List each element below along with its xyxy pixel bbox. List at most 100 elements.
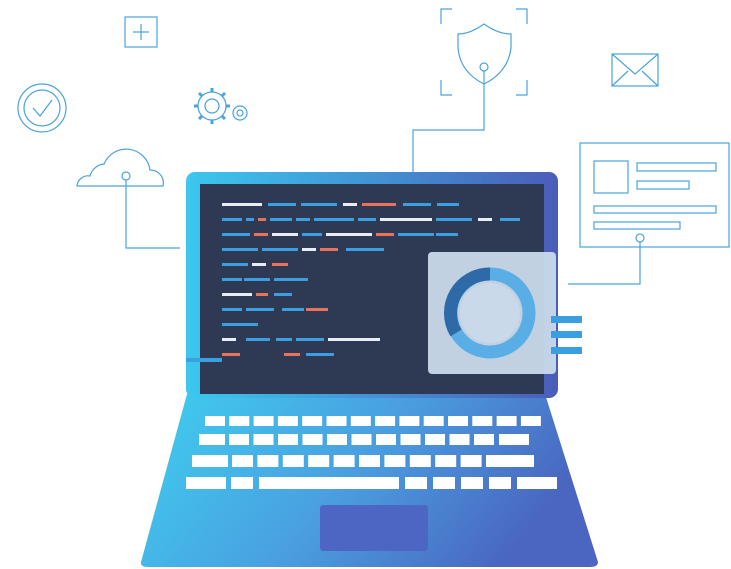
keyboard-key	[375, 416, 396, 426]
code-line-segment	[274, 278, 308, 281]
code-line-segment	[268, 203, 296, 206]
laptop-base	[140, 394, 598, 567]
code-line-segment	[272, 233, 298, 236]
code-line-segment	[436, 233, 458, 236]
code-line-segment	[296, 338, 324, 341]
keyboard-key	[409, 455, 431, 467]
code-line-segment	[256, 293, 268, 296]
code-line-segment	[272, 263, 288, 266]
keyboard-key	[384, 455, 406, 467]
code-line-segment	[282, 308, 304, 311]
keyboard-key	[499, 434, 529, 445]
code-line-segment	[222, 233, 250, 236]
code-line-segment	[222, 278, 242, 281]
keyboard-key	[486, 455, 534, 467]
code-line-segment	[376, 233, 394, 236]
code-line-segment	[478, 218, 492, 221]
keyboard-key	[359, 455, 380, 467]
keyboard-key	[435, 455, 457, 467]
code-line-segment	[246, 308, 274, 311]
keyboard-key	[400, 434, 421, 445]
code-line-segment	[222, 203, 262, 206]
keyboard-key	[259, 477, 399, 489]
keyboard-key	[231, 477, 253, 489]
keyboard-key	[253, 434, 274, 445]
code-line-segment	[500, 218, 520, 221]
code-line-segment	[436, 218, 472, 221]
code-line-segment	[222, 323, 258, 326]
keyboard-key	[399, 416, 420, 426]
code-line-segment	[246, 338, 270, 341]
keyboard-key	[277, 416, 298, 426]
code-line-segment	[343, 203, 357, 206]
code-line-segment	[244, 278, 270, 281]
code-line-segment	[222, 263, 248, 266]
keyboard-key	[425, 434, 445, 445]
keyboard-key	[433, 477, 455, 489]
keyboard-key	[308, 455, 330, 467]
code-line-segment	[380, 218, 432, 221]
code-line-segment	[262, 248, 298, 251]
keyboard-key	[282, 455, 304, 467]
keyboard-key	[376, 434, 396, 445]
keyboard-key	[257, 455, 279, 467]
code-line-segment	[301, 203, 337, 206]
keyboard-key	[232, 455, 253, 467]
keyboard-key	[472, 416, 493, 426]
code-line-segment	[437, 203, 459, 206]
keyboard-key	[327, 434, 347, 445]
code-line-segment	[302, 233, 322, 236]
keyboard-key	[351, 434, 372, 445]
code-line-segment	[254, 233, 268, 236]
keyboard-key	[517, 477, 557, 489]
keyboard-key	[449, 434, 470, 445]
code-line-segment	[258, 218, 266, 221]
trackpad	[320, 505, 428, 551]
code-line-segment	[284, 353, 300, 356]
code-line-segment	[306, 308, 328, 311]
keyboard-key	[333, 455, 355, 467]
keyboard-key	[278, 434, 298, 445]
keyboard-key	[199, 434, 225, 445]
keyboard-key	[423, 416, 444, 426]
code-line-segment	[302, 248, 316, 251]
keyboard-key	[489, 477, 511, 489]
keyboard-key	[520, 416, 541, 426]
cursor-bar	[186, 358, 222, 362]
code-line-segment	[274, 293, 292, 296]
code-line-segment	[222, 248, 258, 251]
keyboard-key	[460, 455, 482, 467]
code-line-segment	[222, 293, 252, 296]
code-line-segment	[346, 248, 384, 251]
document-window-icon	[568, 142, 730, 285]
code-line-segment	[326, 233, 372, 236]
code-line-segment	[306, 353, 334, 356]
code-line-segment	[222, 218, 242, 221]
code-line-segment	[296, 218, 310, 221]
keyboard-key	[186, 477, 226, 489]
mail-icon	[611, 53, 659, 87]
laptop-illustration	[17, 8, 730, 567]
keyboard-key	[229, 416, 250, 426]
keyboard-key	[192, 455, 228, 467]
keyboard-key	[326, 416, 347, 426]
keyboard-key	[496, 416, 517, 426]
donut-chart-icon	[428, 252, 582, 374]
keyboard-key	[405, 477, 427, 489]
code-line-segment	[398, 233, 434, 236]
code-line-segment	[276, 338, 292, 341]
code-line-segment	[320, 248, 338, 251]
code-line-segment	[270, 218, 292, 221]
keyboard-key	[229, 434, 249, 445]
code-line-segment	[222, 353, 240, 356]
code-line-segment	[358, 218, 376, 221]
code-line-segment	[362, 203, 396, 206]
keyboard-key	[448, 416, 468, 426]
code-line-segment	[222, 308, 242, 311]
code-line-segment	[314, 218, 354, 221]
keyboard-key	[205, 416, 225, 426]
keyboard-key	[461, 477, 483, 489]
code-line-segment	[246, 218, 254, 221]
cloud-icon	[76, 148, 180, 249]
plus-icon	[124, 16, 158, 48]
